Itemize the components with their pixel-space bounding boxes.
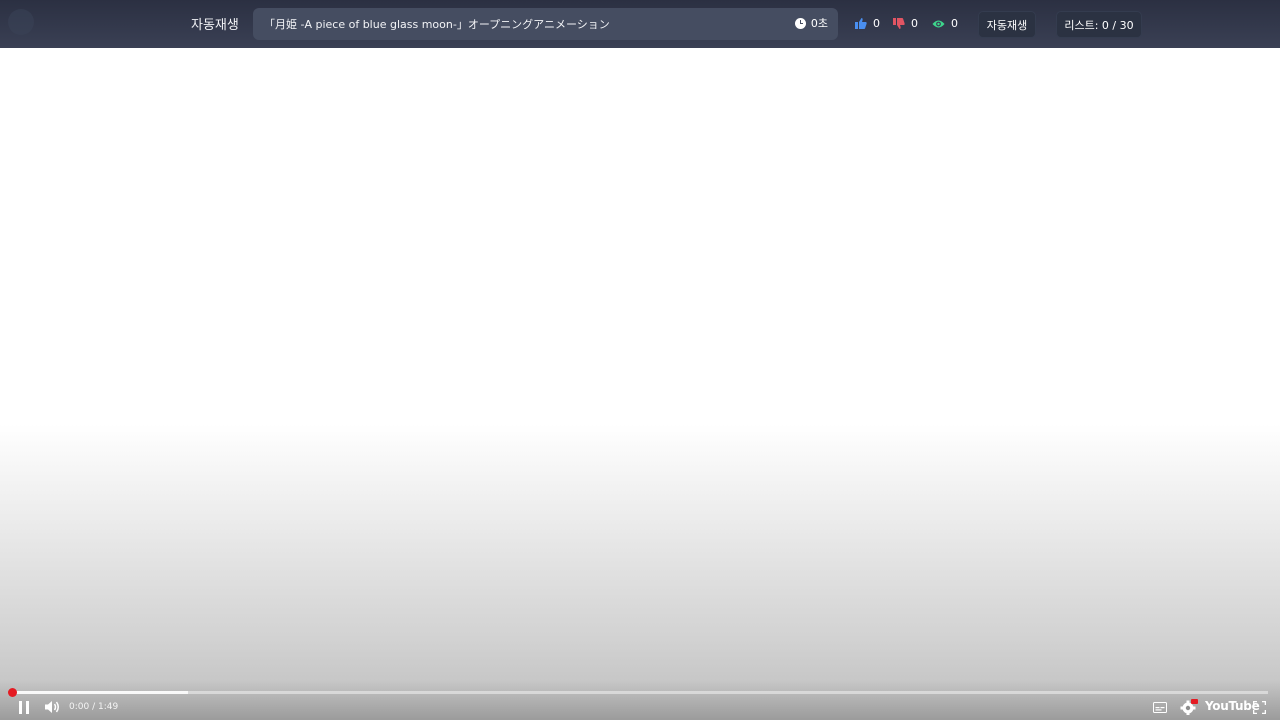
time-display: 0:00 / 1:49 xyxy=(69,702,119,712)
thumbs-up-icon xyxy=(855,18,867,29)
eye-icon xyxy=(932,20,945,27)
subtitles-button[interactable] xyxy=(1151,698,1169,716)
top-bar: 자동재생 「月姫 -A piece of blue glass moon-」オー… xyxy=(0,0,1280,48)
volume-icon xyxy=(44,701,59,713)
clock-icon xyxy=(794,17,806,29)
like-stat[interactable]: 0 xyxy=(855,17,880,30)
fullscreen-icon xyxy=(1252,700,1266,714)
settings-hd-icon xyxy=(1180,699,1198,715)
dislike-count: 0 xyxy=(911,17,918,30)
autoplay-button[interactable]: 자동재생 xyxy=(978,11,1036,38)
timer: 0초 xyxy=(794,15,828,31)
timer-value: 0초 xyxy=(810,17,828,30)
progress-bar[interactable] xyxy=(12,691,1268,694)
list-counter-button[interactable]: 리스트: 0 / 30 xyxy=(1056,11,1142,38)
video-area[interactable] xyxy=(0,48,1280,720)
progress-scrubber-handle[interactable] xyxy=(8,688,17,697)
autoplay-title: 자동재생 xyxy=(191,18,239,33)
thumbs-down-icon xyxy=(893,18,905,29)
video-title: 「月姫 -A piece of blue glass moon-」オープニングア… xyxy=(264,18,610,31)
pause-button[interactable] xyxy=(15,698,33,716)
progress-buffered xyxy=(12,691,188,694)
fullscreen-button[interactable] xyxy=(1250,698,1268,716)
subtitles-icon xyxy=(1153,701,1167,713)
site-logo-icon xyxy=(8,9,34,35)
like-count: 0 xyxy=(873,17,880,30)
views-count: 0 xyxy=(951,17,958,30)
controls-shade xyxy=(0,680,1280,720)
settings-button[interactable] xyxy=(1179,698,1199,716)
pause-icon xyxy=(19,700,29,714)
dislike-stat[interactable]: 0 xyxy=(893,17,918,30)
video-title-box: 「月姫 -A piece of blue glass moon-」オープニングア… xyxy=(253,8,838,40)
volume-button[interactable] xyxy=(42,698,62,716)
views-stat: 0 xyxy=(932,17,958,30)
